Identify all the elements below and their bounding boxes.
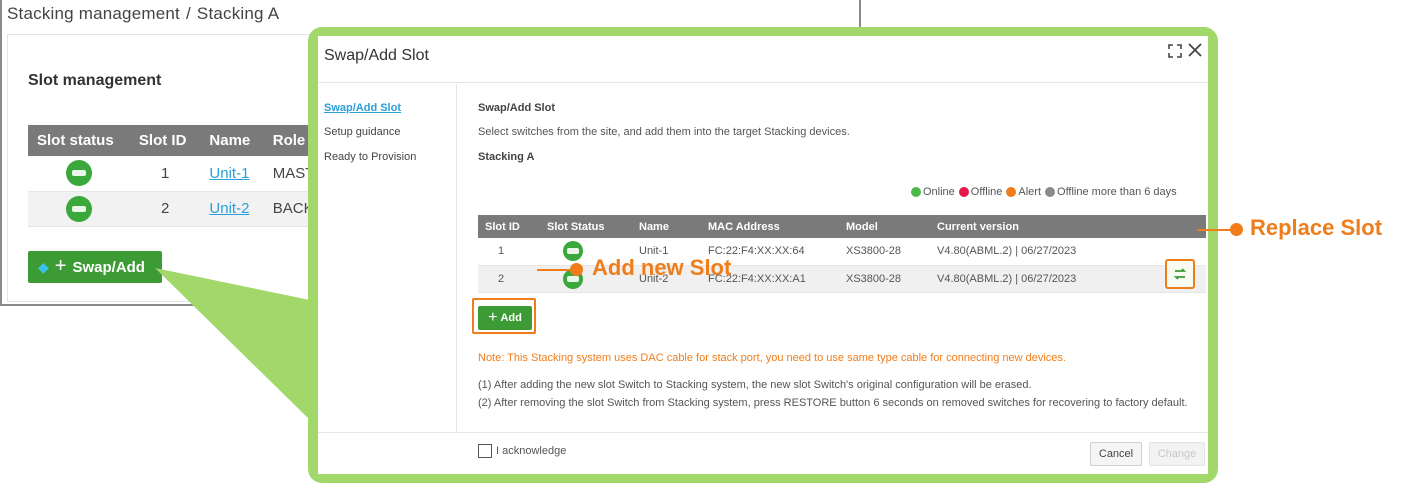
close-icon[interactable] (1187, 42, 1203, 58)
offline-dot-icon (958, 187, 969, 197)
change-button[interactable]: Change (1149, 442, 1205, 466)
table-row: 1 Unit-1 FC:22:F4:XX:XX:64 XS3800-28 V4.… (478, 238, 1206, 266)
legend-label: Alert (1018, 186, 1042, 198)
slot-status-cell (28, 156, 130, 192)
legend-item-offline: Offline (958, 186, 1003, 198)
section-heading: Swap/Add Slot (478, 102, 555, 114)
column-header-slot-status: Slot status (28, 125, 130, 156)
column-header-mac-address: MAC Address (708, 215, 846, 238)
legend-label: Online (923, 186, 955, 198)
info-line-1: (1) After adding the new slot Switch to … (478, 379, 1032, 391)
slot-id-cell: 1 (129, 156, 201, 192)
add-button-label: Add (500, 312, 522, 324)
legend-item-alert: Alert (1006, 186, 1041, 198)
slot-status-cell (28, 191, 130, 227)
swap-add-label: Swap/Add (72, 258, 145, 276)
status-legend: Online Offline Alert Offline more than 6… (911, 186, 1177, 198)
panel-title: Slot management (28, 72, 162, 89)
nav-item-swap-add-slot[interactable]: Swap/Add Slot (324, 102, 401, 114)
table-row: 2 Unit-2 BACK (28, 191, 328, 227)
breadcrumb-parent[interactable]: Stacking management (7, 4, 180, 23)
legend-item-online: Online (911, 186, 955, 198)
swap-add-button[interactable]: ◆ + Swap/Add (28, 251, 162, 283)
dialog-title: Swap/Add Slot (324, 47, 429, 64)
column-header-name: Name (200, 125, 264, 156)
table-row: 1 Unit-1 MAST (28, 156, 328, 192)
column-header-model: Model (846, 215, 937, 238)
replace-slot-annotation: Replace Slot (1250, 215, 1383, 240)
dialog-header: Swap/Add Slot (318, 36, 1208, 83)
breadcrumb-separator: / (185, 4, 191, 23)
breadcrumb: Stacking management / Stacking A (7, 4, 279, 24)
table-header-row: Slot status Slot ID Name Role (28, 125, 328, 156)
breadcrumb-current: Stacking A (196, 4, 280, 23)
add-slot-pointer-dot (570, 263, 583, 276)
stacking-slot-table: Slot ID Slot Status Name MAC Address Mod… (478, 215, 1206, 293)
alert-dot-icon (1006, 187, 1017, 197)
column-header-slot-id: Slot ID (129, 125, 201, 156)
model-cell: XS3800-28 (846, 238, 937, 266)
name-cell: Unit-2 (200, 191, 264, 227)
stack-name: Stacking A (478, 151, 535, 163)
unit-link[interactable]: Unit-1 (209, 165, 249, 182)
nav-item-ready-to-provision[interactable]: Ready to Provision (324, 151, 416, 163)
legend-label: Offline more than 6 days (1057, 186, 1177, 198)
slot-id-cell: 1 (478, 238, 547, 266)
plus-icon: + (488, 308, 498, 326)
legend-item-offline-6-days: Offline more than 6 days (1045, 186, 1177, 198)
swap-icon (1173, 268, 1187, 280)
replace-slot-button[interactable] (1165, 259, 1195, 289)
dialog-footer: Cancel Change (318, 432, 1208, 474)
cancel-button[interactable]: Cancel (1090, 442, 1142, 466)
unit-link[interactable]: Unit-2 (209, 200, 249, 217)
add-button[interactable]: + Add (478, 306, 532, 330)
slot-id-cell: 2 (129, 191, 201, 227)
switch-online-icon (65, 195, 92, 222)
gem-icon: ◆ (38, 258, 49, 275)
swap-add-slot-dialog: Swap/Add Slot Swap/Add Slot Setup guidan… (318, 36, 1208, 474)
slot-table: Slot status Slot ID Name Role 1 Unit-1 M… (28, 125, 328, 227)
model-cell: XS3800-28 (846, 265, 937, 293)
switch-online-icon (563, 241, 583, 262)
expand-icon[interactable] (1168, 44, 1182, 58)
section-description: Select switches from the site, and add t… (478, 126, 850, 138)
nav-item-setup-guidance[interactable]: Setup guidance (324, 126, 400, 138)
add-slot-annotation: Add new Slot (592, 255, 732, 280)
dialog-nav: Swap/Add Slot Setup guidance Ready to Pr… (318, 84, 457, 432)
column-header-slot-status: Slot Status (547, 215, 639, 238)
plus-icon: + (54, 254, 67, 277)
replace-slot-pointer-dot (1230, 223, 1243, 236)
column-header-slot-id: Slot ID (478, 215, 547, 238)
online-dot-icon (911, 187, 921, 197)
table-row: 2 Unit-2 FC:22:F4:XX:XX:A1 XS3800-28 V4.… (478, 265, 1206, 293)
info-line-2: (2) After removing the slot Switch from … (478, 397, 1188, 409)
switch-online-icon (65, 160, 92, 187)
dialog-content: Swap/Add Slot Select switches from the s… (472, 84, 1206, 458)
column-header-name: Name (639, 215, 708, 238)
legend-label: Offline (970, 186, 1003, 198)
offline-long-dot-icon (1045, 187, 1056, 197)
dac-cable-note: Note: This Stacking system uses DAC cabl… (478, 352, 1066, 364)
name-cell: Unit-1 (200, 156, 264, 192)
table-header-row: Slot ID Slot Status Name MAC Address Mod… (478, 215, 1206, 238)
column-header-current-version: Current version (937, 215, 1206, 238)
